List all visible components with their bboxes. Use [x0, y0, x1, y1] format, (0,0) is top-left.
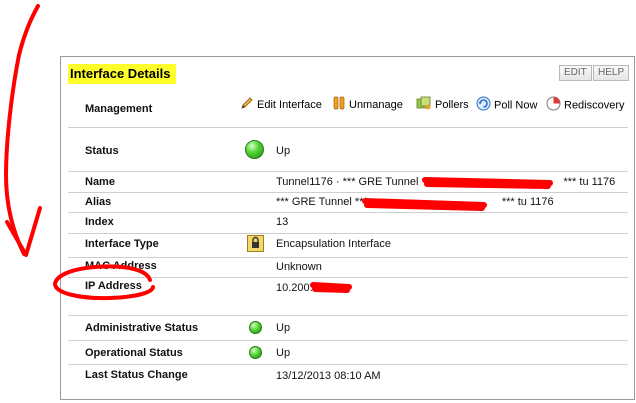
name-value: Tunnel1176 · *** GRE Tunnel *** *** tu 1… [276, 176, 616, 188]
interface-type-label: Interface Type [85, 238, 159, 250]
mac-address-label: MAC Address [85, 260, 157, 272]
help-button[interactable]: HELP [593, 65, 630, 81]
mac-address-value: Unknown [276, 261, 322, 273]
divider [68, 364, 628, 365]
unmanage-action[interactable]: Unmanage [333, 96, 403, 111]
admin-status-value: Up [276, 322, 291, 334]
rediscovery-icon [546, 96, 561, 115]
pencil-icon [240, 96, 254, 114]
oper-status-up-icon [249, 346, 262, 359]
rediscovery-action[interactable]: Rediscovery [546, 96, 625, 112]
oper-status-label: Operational Status [85, 347, 183, 359]
red-arrow-line [4, 4, 40, 256]
pollers-action[interactable]: Pollers [416, 96, 469, 111]
divider [68, 277, 628, 278]
interface-type-value: Encapsulation Interface [276, 238, 391, 250]
index-value: 13 [276, 216, 289, 228]
last-status-change-label: Last Status Change [85, 369, 188, 381]
unmanage-label: Unmanage [349, 98, 403, 111]
status-label: Status [85, 145, 119, 157]
red-arrowhead [5, 206, 42, 257]
oper-status-value: Up [276, 347, 291, 359]
index-label: Index [85, 216, 114, 228]
divider [68, 212, 628, 213]
name-label: Name [85, 176, 115, 188]
poll-now-label: Poll Now [494, 99, 538, 112]
edit-button[interactable]: EDIT [559, 65, 592, 81]
divider [68, 233, 628, 234]
edit-interface-label: Edit Interface [257, 98, 322, 111]
alias-label: Alias [85, 196, 112, 208]
divider [68, 340, 628, 341]
pollers-icon [416, 96, 432, 114]
ip-address-value: 10.200.1 [276, 282, 319, 294]
interface-type-icon [247, 235, 264, 252]
poll-now-action[interactable]: Poll Now [476, 96, 538, 112]
divider [68, 171, 628, 172]
refresh-icon [476, 96, 491, 115]
status-up-icon [245, 140, 264, 159]
admin-status-label: Administrative Status [85, 322, 199, 334]
pollers-label: Pollers [435, 98, 469, 111]
last-status-change-value: 13/12/2013 08:10 AM [276, 370, 381, 382]
divider [68, 315, 628, 316]
divider [68, 257, 628, 258]
edit-interface-action[interactable]: Edit Interface [240, 96, 322, 111]
management-label: Management [85, 103, 153, 115]
alias-value: *** GRE Tunnel *** *** tu 1176 [276, 196, 554, 208]
divider [68, 127, 628, 128]
admin-status-up-icon [249, 321, 262, 334]
divider [68, 192, 628, 193]
panel-title: Interface Details [68, 64, 177, 84]
pause-icon [333, 96, 346, 114]
ip-address-label: IP Address [85, 280, 142, 292]
rediscovery-label: Rediscovery [564, 99, 625, 112]
status-value: Up [276, 145, 291, 157]
